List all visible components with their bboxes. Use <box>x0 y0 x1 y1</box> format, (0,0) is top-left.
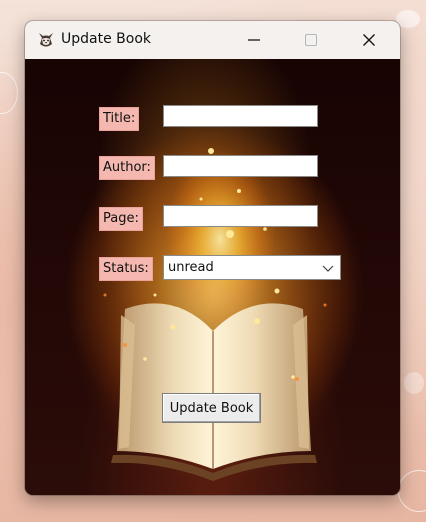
maximize-button[interactable] <box>288 21 334 59</box>
chevron-down-icon <box>322 263 334 273</box>
page-label: Page: <box>99 207 143 231</box>
title-bar[interactable]: Update Book <box>25 21 400 59</box>
cat-icon <box>36 30 56 50</box>
decorative-swirl <box>0 72 18 114</box>
page-input[interactable] <box>163 205 318 227</box>
bokeh-bubble <box>404 372 424 394</box>
close-icon <box>363 31 375 50</box>
status-select[interactable]: unread <box>163 255 341 280</box>
title-label: Title: <box>99 107 140 131</box>
close-button[interactable] <box>346 21 392 59</box>
window-content: Title: Author: Page: Status: unread Upda… <box>25 59 400 495</box>
window-title: Update Book <box>61 31 151 47</box>
maximize-icon <box>305 31 317 50</box>
minimize-button[interactable] <box>231 21 277 59</box>
minimize-icon <box>248 31 260 50</box>
author-label: Author: <box>99 156 155 180</box>
author-input[interactable] <box>163 155 318 177</box>
status-label: Status: <box>99 257 153 281</box>
title-input[interactable] <box>163 105 318 127</box>
status-select-value: unread <box>168 260 214 275</box>
update-book-button[interactable]: Update Book <box>162 393 261 423</box>
update-book-window: Update Book Title: Author: Page: Status:… <box>25 21 400 495</box>
decorative-swirl <box>398 470 426 512</box>
